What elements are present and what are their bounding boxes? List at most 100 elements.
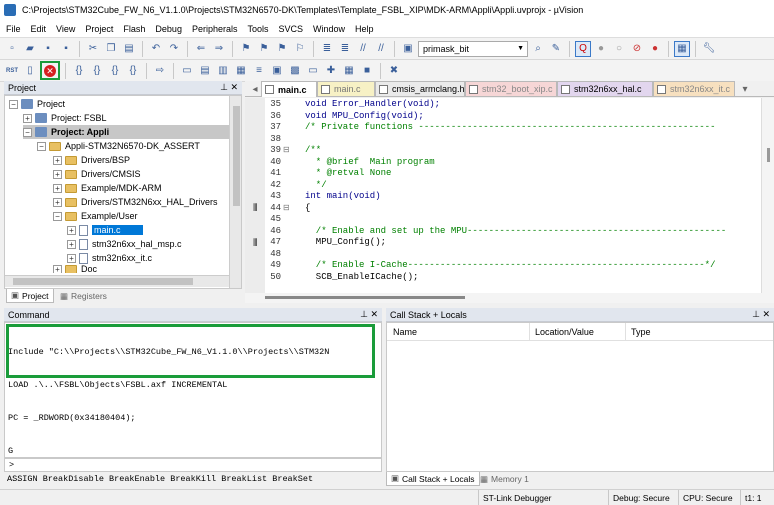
command-input[interactable]: > [4,458,382,472]
tab-project[interactable]: ▣ Project [6,289,54,303]
tab-registers[interactable]: ▦ Registers [56,289,111,303]
tab-main-c-active[interactable]: main.c [261,81,317,97]
panel-pin-close-icon[interactable]: ⊥ ✕ [220,82,238,93]
disassembly-window-icon[interactable]: ▤ [197,63,213,79]
tree-item-file[interactable]: + stm32n6xx_hal_msp.c [67,237,182,251]
menu-flash[interactable]: Flash [123,24,145,34]
menu-tools[interactable]: Tools [247,24,268,34]
serial-window-icon[interactable]: ▭ [305,63,321,79]
code-line[interactable]: 45 [245,214,305,226]
show-next-statement-icon[interactable]: ⇨ [152,63,168,79]
menu-svcs[interactable]: SVCS [279,24,304,34]
tree-item-target[interactable]: − Appli-STM32N6570-DK_ASSERT [37,139,200,153]
collapse-icon[interactable]: − [23,127,32,137]
tab-stm32-boot-xip-c[interactable]: stm32_boot_xip.c [465,81,557,96]
paste-icon[interactable]: ▤ [121,41,137,57]
breakpoint-insert-icon[interactable]: ● [593,41,609,57]
tree-item-group[interactable]: − Example/User [53,209,138,223]
breakpoint-enable-icon[interactable]: ○ [611,41,627,57]
tab-main-c[interactable]: main.c [317,81,375,96]
cut-icon[interactable]: ✂ [85,41,101,57]
menu-project[interactable]: Project [85,24,113,34]
expand-icon[interactable]: + [67,239,76,249]
code-editor[interactable]: ⦀ ⦀ 35 void Error_Handler(void); 36 void MP… [245,98,761,293]
tree-item-group[interactable]: + Drivers/STM32N6xx_HAL_Drivers [53,195,218,209]
uncomment-icon[interactable]: // [373,41,389,57]
bookmark-prev-icon[interactable]: ⚑ [256,41,272,57]
expand-icon[interactable]: + [53,155,62,165]
memory-window-icon[interactable]: ▩ [287,63,303,79]
comment-icon[interactable]: // [355,41,371,57]
tree-item-file[interactable]: + stm32n6xx_it.c [67,251,152,265]
menu-debug[interactable]: Debug [155,24,182,34]
expand-icon[interactable]: + [53,265,62,273]
menu-view[interactable]: View [56,24,75,34]
nav-forward-icon[interactable]: ⇒ [211,41,227,57]
code-line[interactable]: 35 void Error_Handler(void); [245,99,440,111]
debug-session-icon[interactable]: Q [575,40,591,57]
watch-window-icon[interactable]: ▣ [269,63,285,79]
menu-peripherals[interactable]: Peripherals [192,24,238,34]
tree-item-group[interactable]: + Example/MDK-ARM [53,181,162,195]
undo-icon[interactable]: ↶ [148,41,164,57]
step-over-icon[interactable]: {} [89,63,105,79]
breakpoint-disable-icon[interactable]: ⊘ [629,41,645,57]
column-type[interactable]: Type [631,327,651,337]
expand-icon[interactable]: + [53,197,62,207]
menu-file[interactable]: File [6,24,21,34]
tree-item-file[interactable]: + main.c [67,223,143,237]
code-line[interactable]: 43 int main(void) [245,191,380,203]
stop-debug-icon[interactable]: ✕ [40,61,60,80]
menu-window[interactable]: Window [313,24,345,34]
command-window-icon[interactable]: ▭ [179,63,195,79]
tree-vertical-scrollbar[interactable] [229,96,241,288]
menu-edit[interactable]: Edit [31,24,47,34]
code-line[interactable]: 38 [245,134,305,146]
tree-item-project-fsbl[interactable]: + Project: FSBL [23,111,107,125]
fold-toggle-icon[interactable]: ⊟ [283,145,293,157]
save-icon[interactable]: ▪ [40,41,56,57]
code-line[interactable]: 50 SCB_EnableICache(); [245,272,418,284]
reset-icon[interactable]: RST [4,63,20,79]
tab-cmsis-armclang-h[interactable]: cmsis_armclang.h [375,81,465,96]
code-line[interactable]: 42 */ [245,180,326,192]
nav-back-icon[interactable]: ⇐ [193,41,209,57]
window-layout-icon[interactable]: ▦ [674,40,690,57]
tree-item-group[interactable]: + Doc [53,265,97,273]
step-out-icon[interactable]: {} [107,63,123,79]
menu-help[interactable]: Help [355,24,374,34]
expand-icon[interactable]: + [67,225,76,235]
collapse-icon[interactable]: − [9,99,18,109]
column-location-value[interactable]: Location/Value [535,327,594,337]
code-line[interactable]: 44 ⊟ { [245,203,310,215]
column-name[interactable]: Name [393,327,417,337]
code-line[interactable]: 41 * @retval None [245,168,391,180]
tree-item-group[interactable]: + Drivers/BSP [53,153,130,167]
save-all-icon[interactable]: ▪ [58,41,74,57]
unindent-icon[interactable]: ≣ [337,41,353,57]
redo-icon[interactable]: ↷ [166,41,182,57]
analysis-window-icon[interactable]: ✚ [323,63,339,79]
new-file-icon[interactable]: ▫ [4,41,20,57]
run-to-cursor-icon[interactable]: {} [125,63,141,79]
panel-pin-close-icon[interactable]: ⊥ ✕ [752,309,770,320]
expand-icon[interactable]: + [53,169,62,179]
system-viewer-icon[interactable]: ■ [359,63,375,79]
expand-icon[interactable]: + [23,113,32,123]
code-line[interactable]: 36 void MPU_Config(void); [245,111,424,123]
bookmark-next-icon[interactable]: ⚑ [274,41,290,57]
step-into-icon[interactable]: {} [71,63,87,79]
tab-stm32n6xx-hal-c[interactable]: stm32n6xx_hal.c [557,81,653,96]
editor-vertical-scrollbar[interactable] [761,98,774,293]
configure-icon[interactable]: 🔧︎ [701,41,717,57]
find-icon[interactable]: ⌕ [530,41,546,57]
collapse-icon[interactable]: − [37,141,46,151]
tree-item-project-appli[interactable]: − Project: Appli [23,125,241,139]
tree-item-workspace[interactable]: − Project [9,97,65,111]
code-line[interactable]: 48 [245,249,305,261]
copy-icon[interactable]: ❐ [103,41,119,57]
incremental-find-icon[interactable]: ✎ [548,41,564,57]
indent-icon[interactable]: ≣ [319,41,335,57]
registers-window-icon[interactable]: ▦ [233,63,249,79]
code-line[interactable]: 49 /* Enable I-Cache--------------------… [245,260,715,272]
